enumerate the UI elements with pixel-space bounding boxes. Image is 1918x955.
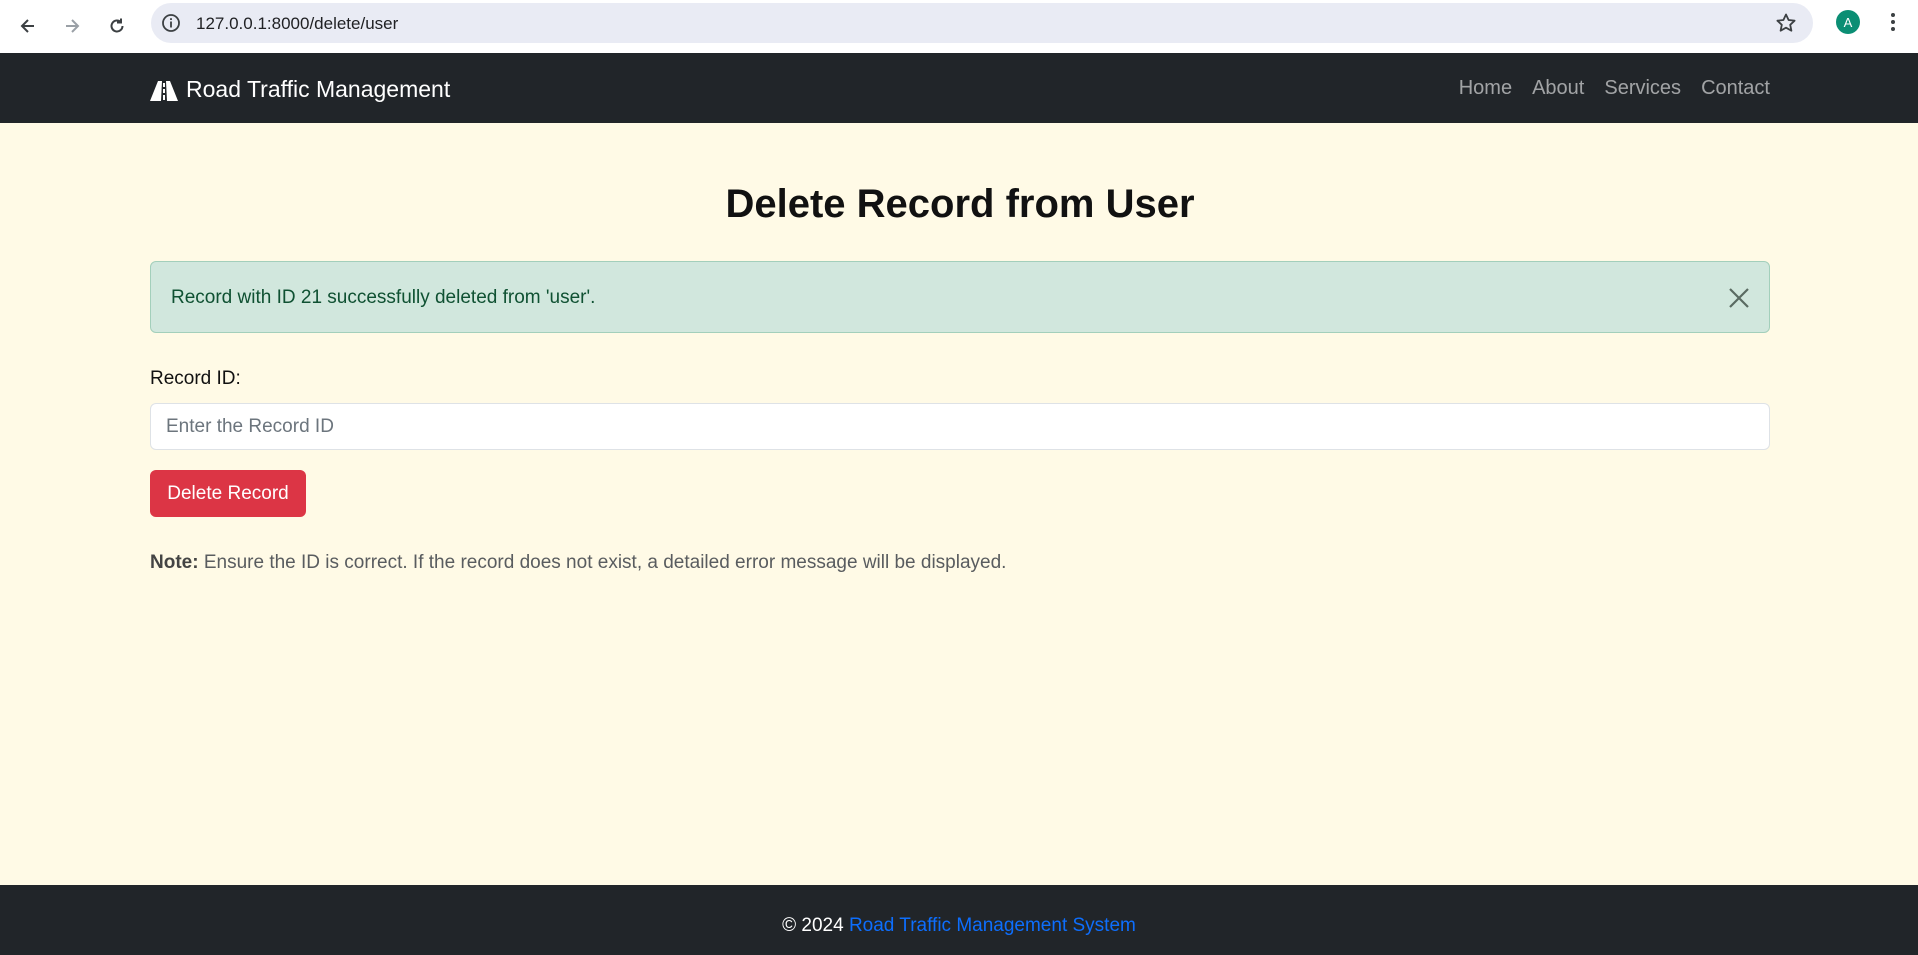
copyright-text: © 2024	[782, 915, 844, 936]
alert-message: Record with ID 21 successfully deleted f…	[171, 287, 596, 308]
success-alert: Record with ID 21 successfully deleted f…	[150, 261, 1770, 333]
more-menu-icon[interactable]	[1883, 10, 1903, 34]
brand-name: Road Traffic Management	[186, 76, 451, 102]
footer-text: © 2024 Road Traffic Management System	[0, 915, 1918, 937]
address-bar[interactable]: 127.0.0.1:8000/delete/user	[151, 3, 1813, 43]
site-navbar: Road Traffic Management Home About Servi…	[0, 53, 1918, 123]
site-info-icon[interactable]	[161, 13, 181, 33]
note-prefix: Note:	[150, 552, 199, 573]
reload-icon[interactable]	[101, 10, 133, 42]
profile-avatar[interactable]: A	[1836, 10, 1860, 34]
nav-link-contact[interactable]: Contact	[1701, 77, 1770, 100]
delete-record-button[interactable]: Delete Record	[150, 470, 306, 517]
close-icon[interactable]	[1727, 286, 1751, 310]
nav-links: Home About Services Contact	[1439, 77, 1770, 100]
note-body: Ensure the ID is correct. If the record …	[203, 552, 1007, 573]
navbar-brand[interactable]: Road Traffic Management	[150, 76, 450, 103]
footer-link[interactable]: Road Traffic Management System	[849, 915, 1136, 936]
site-footer: © 2024 Road Traffic Management System	[0, 885, 1918, 955]
forward-arrow-icon[interactable]	[56, 10, 88, 42]
road-icon	[150, 80, 178, 101]
nav-link-services[interactable]: Services	[1604, 77, 1681, 100]
back-arrow-icon[interactable]	[12, 10, 44, 42]
browser-toolbar: 127.0.0.1:8000/delete/user A	[0, 0, 1918, 53]
nav-link-about[interactable]: About	[1532, 77, 1584, 100]
page-title: Delete Record from User	[725, 182, 1195, 226]
nav-link-home[interactable]: Home	[1459, 77, 1512, 100]
record-id-input[interactable]	[150, 403, 1770, 450]
url-text[interactable]: 127.0.0.1:8000/delete/user	[196, 14, 398, 34]
record-id-label: Record ID:	[150, 368, 241, 389]
bookmark-star-icon[interactable]	[1775, 12, 1797, 34]
note-text: Note: Ensure the ID is correct. If the r…	[150, 552, 1006, 574]
